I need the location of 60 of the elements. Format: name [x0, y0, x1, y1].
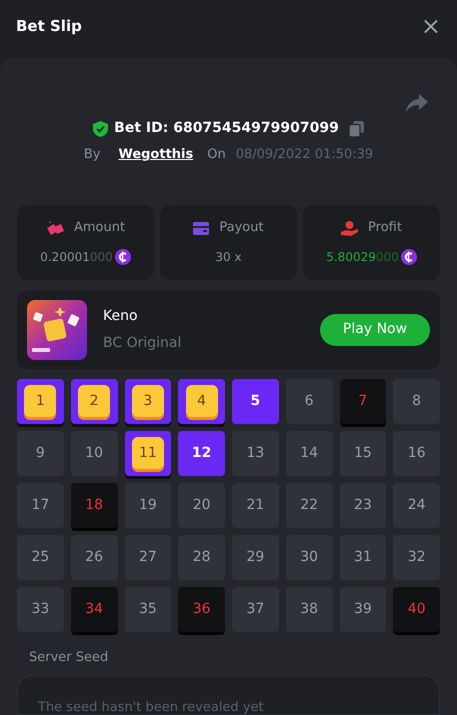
number-tile: 37 [232, 586, 279, 632]
number-tile: 25 [17, 534, 64, 580]
drawn-tile: 36 [178, 586, 225, 632]
hit-tile: 11 [124, 430, 172, 476]
close-button[interactable]: × [420, 14, 441, 38]
stat-value: 0.20001000 [40, 248, 113, 266]
share-icon[interactable] [406, 94, 428, 112]
number-tile: 29 [232, 534, 279, 580]
number-tile: 21 [232, 482, 279, 528]
hit-tile: 1 [17, 378, 64, 424]
number-tile: 32 [393, 534, 440, 580]
stat-label: Payout [219, 219, 264, 238]
number-tile: 23 [340, 482, 386, 528]
drawn-tile: 40 [393, 586, 440, 632]
number-tile: 9 [17, 430, 64, 476]
picked-tile: 5 [232, 378, 279, 424]
number-tile: 30 [286, 534, 332, 580]
number-tile: 39 [340, 586, 386, 632]
number-tile: 20 [178, 482, 225, 528]
hit-tile: 2 [70, 378, 118, 424]
number-tile: 24 [393, 482, 440, 528]
number-tile: 15 [340, 430, 386, 476]
hit-tile: 4 [178, 378, 225, 424]
hand-coin-icon [341, 220, 358, 236]
number-tile: 28 [178, 534, 225, 580]
picked-tile: 12 [178, 430, 225, 476]
stat-label: Profit [368, 219, 402, 238]
bet-id: Bet ID: 68075454979907099 [114, 119, 339, 138]
number-tile: 22 [286, 482, 332, 528]
window-title: Bet Slip [16, 16, 82, 37]
stat-label: Amount [74, 219, 126, 238]
game-subtitle: BC Original [103, 334, 182, 352]
drawn-tile: 18 [70, 482, 118, 528]
number-tile: 10 [70, 430, 118, 476]
bet-date: 08/09/2022 01:50:39 [236, 146, 374, 164]
number-tile: 19 [124, 482, 172, 528]
number-tile: 27 [124, 534, 172, 580]
drawn-tile: 34 [70, 586, 118, 632]
number-tile: 31 [340, 534, 386, 580]
by-label: By [84, 146, 100, 164]
number-tile: 17 [17, 482, 64, 528]
game-name: Keno [103, 306, 139, 326]
number-tile: 13 [232, 430, 279, 476]
number-tile: 14 [286, 430, 332, 476]
number-tile: 33 [17, 586, 64, 632]
card-icon [193, 222, 210, 234]
on-label: On [207, 146, 226, 164]
number-tile: 38 [286, 586, 332, 632]
number-tile: 35 [124, 586, 172, 632]
stat-value: 5.80029000 [326, 248, 399, 266]
number-tile: 6 [286, 378, 332, 424]
server-seed-label: Server Seed [29, 648, 110, 666]
stat-value: 30 x [215, 248, 242, 266]
number-tile: 26 [70, 534, 118, 580]
hit-tile: 3 [124, 378, 172, 424]
drawn-tile: 7 [340, 378, 386, 424]
number-tile: 8 [393, 378, 440, 424]
number-tile: 16 [393, 430, 440, 476]
username-link[interactable]: Wegotthis [118, 145, 194, 164]
copy-icon[interactable] [348, 120, 364, 136]
